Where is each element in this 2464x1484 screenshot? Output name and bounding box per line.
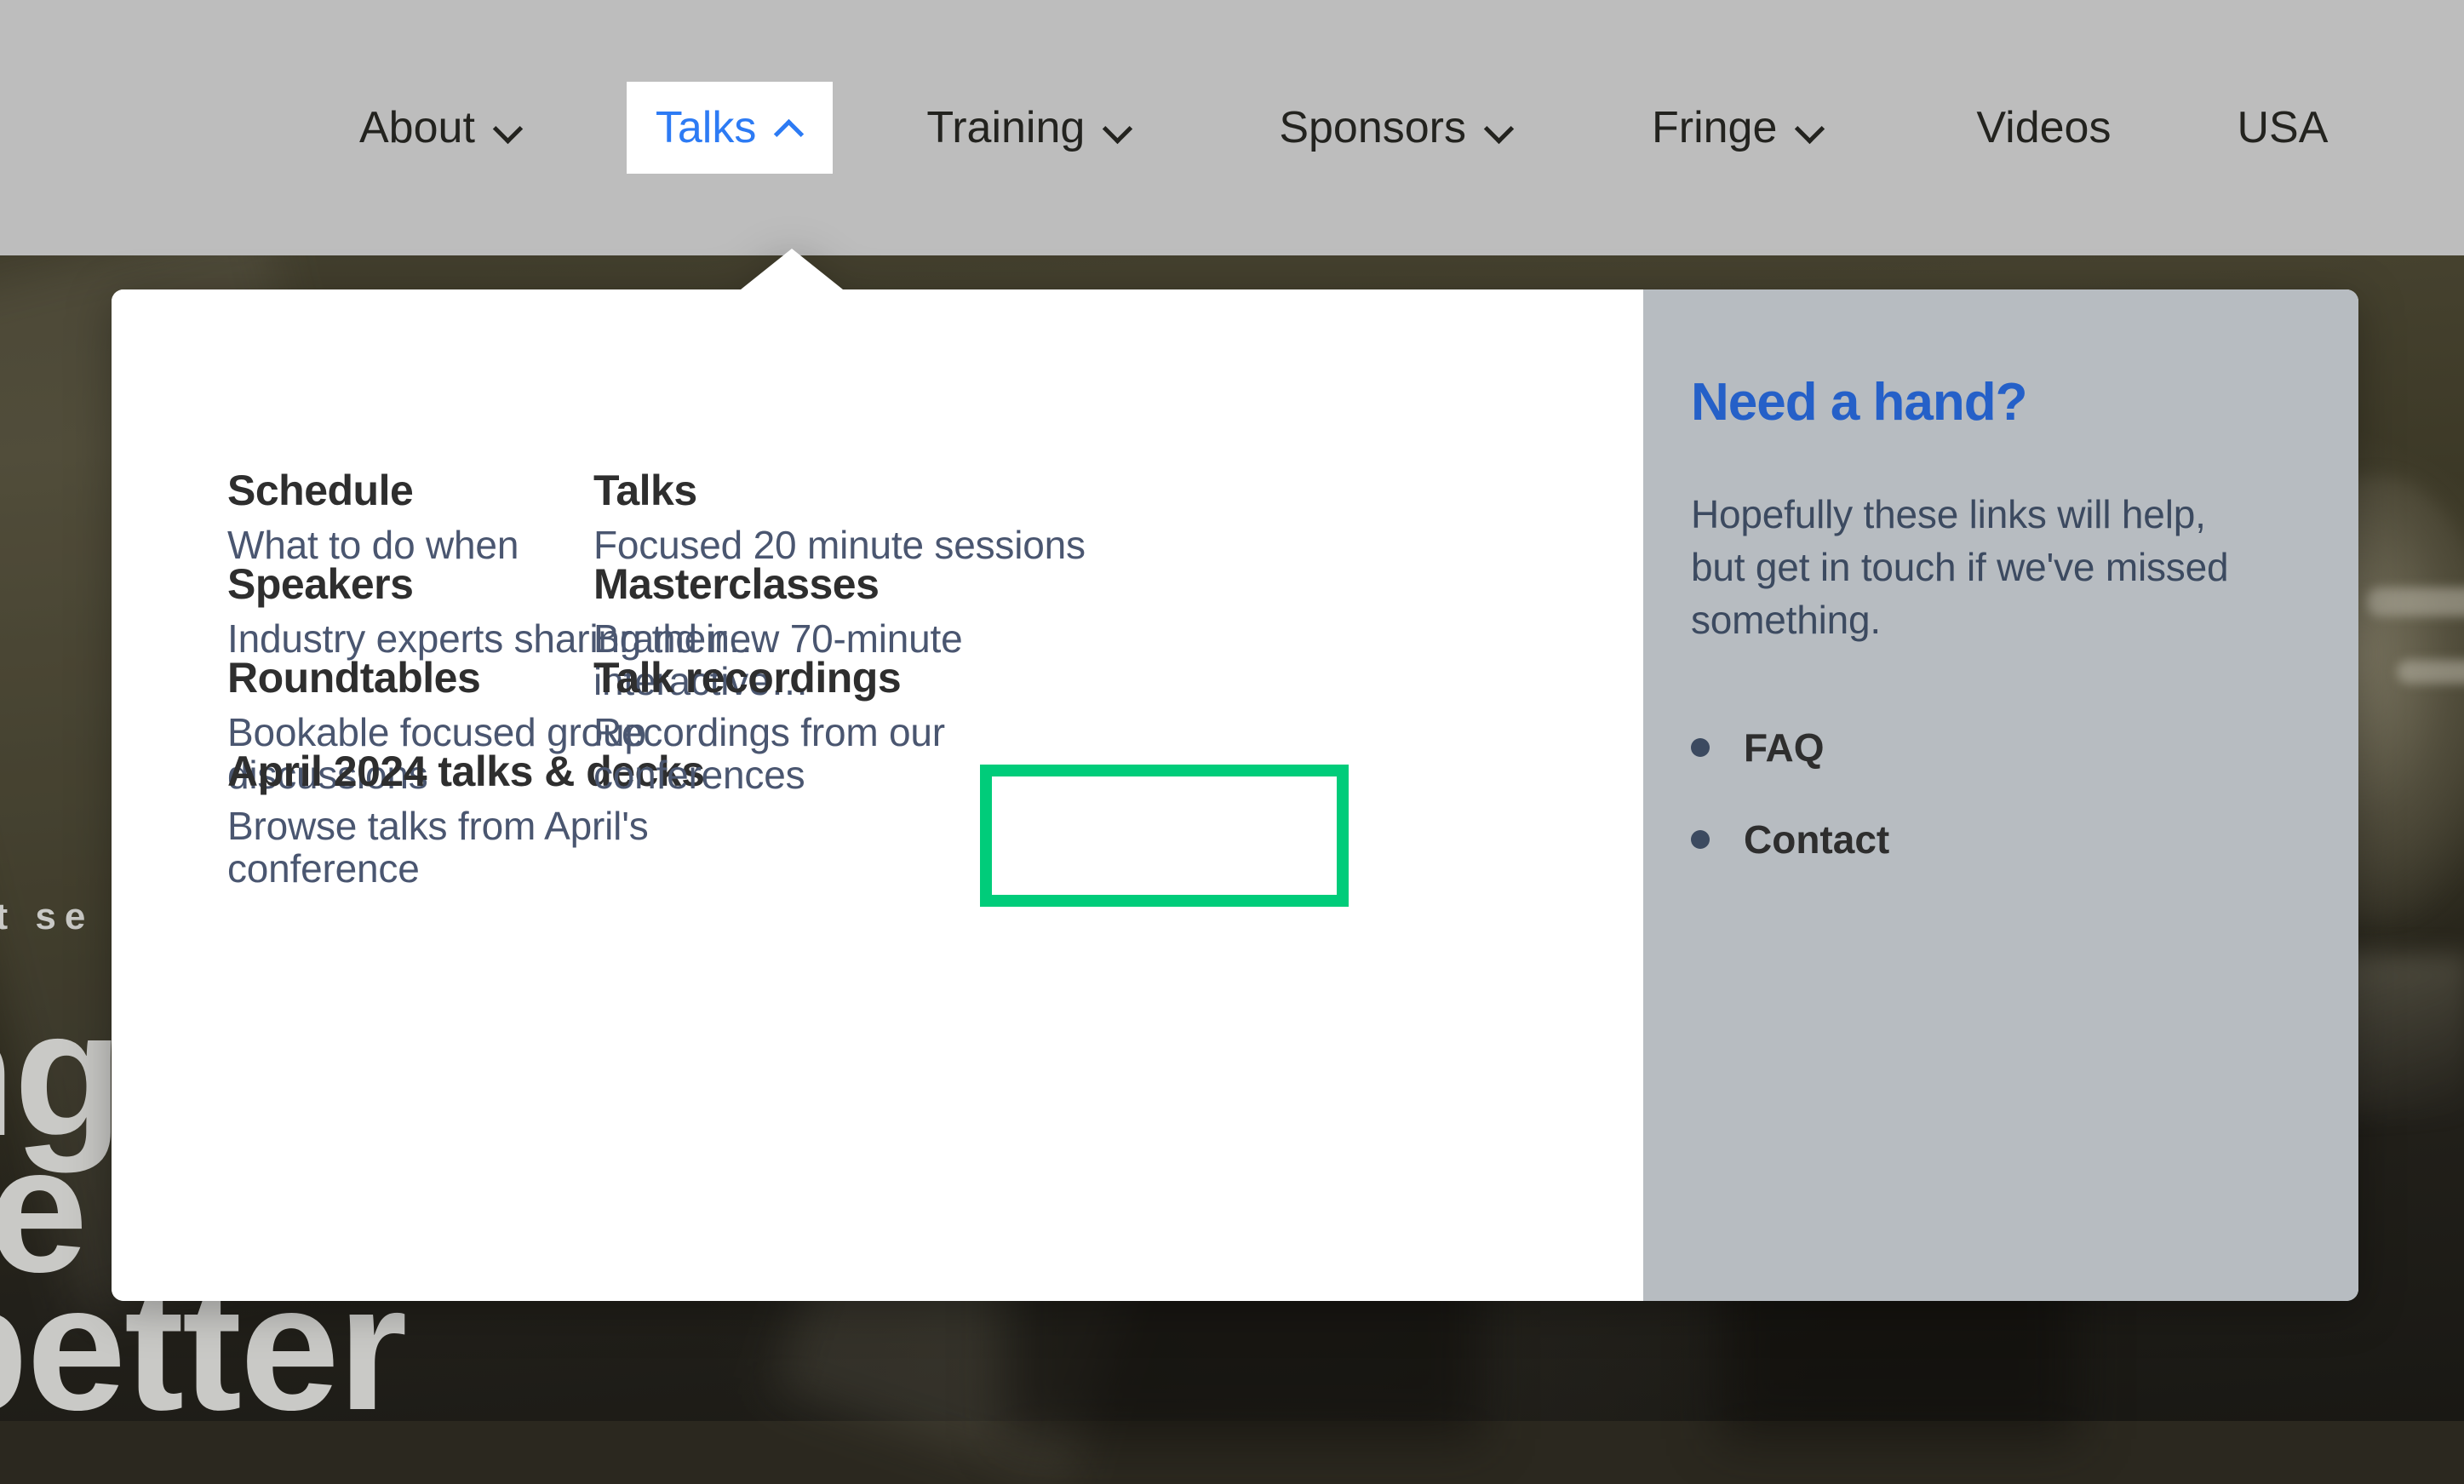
hero-highlight-strip: [2367, 587, 2464, 616]
chevron-down-icon: [494, 113, 523, 142]
nav-item-label: About: [359, 103, 475, 152]
menu-entry-title: Masterclasses: [593, 560, 880, 608]
nav-item-talks[interactable]: Talks: [626, 82, 834, 174]
hero-highlight-strip: [2397, 660, 2464, 684]
nav-item-sponsors[interactable]: Sponsors: [1257, 94, 1536, 162]
nav-item-label: Training: [926, 103, 1086, 152]
nav-item-list: About Talks Training Sponsors Fringe Vid…: [0, 82, 2464, 174]
menu-entry-description: Recordings from our conferences: [593, 709, 945, 798]
chevron-down-icon: [1796, 113, 1825, 142]
chevron-down-icon: [1485, 113, 1514, 142]
help-sidebar-text: Hopefully these links will help, but get…: [1691, 492, 2229, 643]
menu-entry-title: Talks: [593, 467, 697, 514]
bullet-icon: [1691, 738, 1710, 758]
nav-item-label: USA: [2237, 103, 2329, 152]
help-sidebar-link-list: FAQ Contact: [1691, 725, 2299, 862]
nav-item-label: Videos: [1976, 103, 2112, 152]
nav-item-label: Talks: [655, 103, 757, 152]
menu-entry-talk-recordings[interactable]: Talk recordings Recordings from our conf…: [593, 656, 1159, 797]
menu-entry-title: Talk recordings: [593, 654, 902, 702]
top-navigation-bar: About Talks Training Sponsors Fringe Vid…: [0, 0, 2464, 255]
menu-entry-talks[interactable]: Talks Focused 20 minute sessions: [593, 468, 1086, 566]
menu-entry-schedule[interactable]: Schedule What to do when: [227, 468, 519, 566]
help-link-faq[interactable]: FAQ: [1691, 725, 2299, 771]
nav-item-fringe[interactable]: Fringe: [1630, 94, 1847, 162]
talks-mega-menu: Schedule What to do when Speakers Indust…: [112, 249, 2358, 1301]
mega-menu-body: Schedule What to do when Speakers Indust…: [112, 289, 2358, 1301]
help-link-contact[interactable]: Contact: [1691, 816, 2299, 862]
chevron-up-icon: [775, 113, 804, 142]
mega-menu-help-sidebar: Need a hand? Hopefully these links will …: [1643, 289, 2358, 1301]
help-sidebar-title: Need a hand?: [1691, 373, 2028, 432]
nav-item-label: Fringe: [1652, 103, 1778, 152]
mega-menu-links-area: Schedule What to do when Speakers Indust…: [112, 289, 1643, 1301]
bullet-icon: [1691, 830, 1710, 850]
nav-item-videos[interactable]: Videos: [1954, 94, 2133, 162]
chevron-down-icon: [1103, 113, 1132, 142]
nav-item-label: Sponsors: [1279, 103, 1466, 152]
menu-entry-title: Schedule: [227, 467, 414, 514]
help-link-label: FAQ: [1744, 725, 1825, 771]
menu-entry-description: Browse talks from April's conference: [227, 803, 649, 891]
help-link-label: Contact: [1744, 817, 1890, 862]
nav-item-usa[interactable]: USA: [2215, 94, 2350, 162]
hero-kicker-text: st se: [0, 896, 95, 937]
nav-item-about[interactable]: About: [337, 94, 545, 162]
mega-menu-pointer-triangle: [741, 249, 843, 289]
nav-item-training[interactable]: Training: [904, 94, 1155, 162]
